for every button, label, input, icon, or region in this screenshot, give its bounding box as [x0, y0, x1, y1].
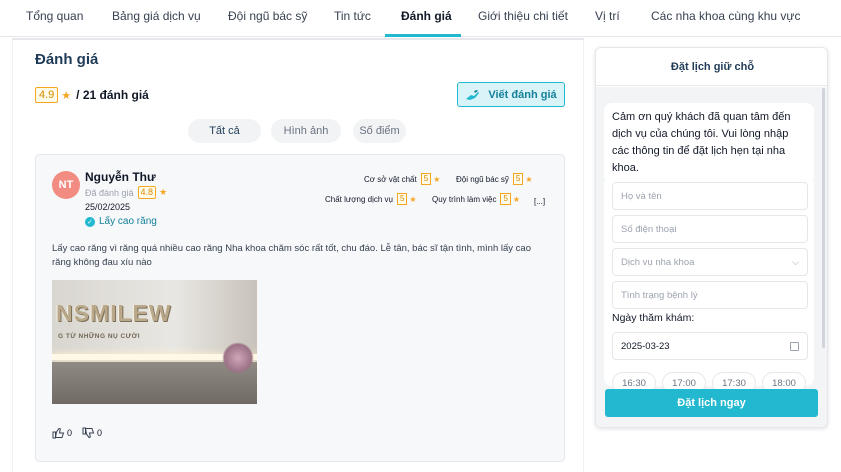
rated-label: Đã đánh giá: [85, 187, 134, 198]
criterion-score: 5: [500, 193, 511, 205]
tab-price-list[interactable]: Bảng giá dịch vụ: [112, 9, 201, 23]
photo-flower: [222, 342, 254, 374]
review-rating: Đã đánh giá 4.8 ★: [85, 186, 167, 199]
criterion-label: Chất lượng dịch vụ: [325, 194, 393, 204]
criterion-facilities: Cơ sở vật chất 5 ★: [364, 173, 440, 185]
criterion-label: Cơ sở vật chất: [364, 174, 417, 184]
dislike-button[interactable]: 0: [82, 427, 102, 439]
criterion-service-quality: Chất lượng dịch vụ 5 ★: [325, 193, 417, 205]
dislike-count: 0: [97, 428, 103, 438]
star-icon: ★: [61, 89, 72, 102]
check-circle-icon: ✓: [85, 216, 95, 227]
date-value: 2025-03-23: [621, 340, 670, 352]
review-votes: 0 0: [52, 427, 112, 439]
tab-introduction[interactable]: Giới thiệu chi tiết: [478, 9, 568, 23]
name-field[interactable]: Họ và tên: [612, 182, 808, 210]
booking-panel: Đặt lịch giữ chỗ Cảm ơn quý khách đã qua…: [595, 47, 828, 428]
review-photo[interactable]: NSMILEW G TỪ NHỮNG NỤ CƯỜI: [52, 280, 257, 404]
booking-message: Cảm ơn quý khách đã quan tâm đến dịch vụ…: [604, 103, 814, 183]
review-date: 25/02/2025: [85, 202, 131, 212]
review-card: NT Nguyễn Thư Đã đánh giá 4.8 ★ 25/02/20…: [35, 154, 565, 462]
hand-pen-icon: [466, 89, 480, 100]
reviews-title: Đánh giá: [35, 51, 99, 68]
book-now-button[interactable]: Đặt lịch ngay: [605, 389, 818, 417]
service-select-label: Dịch vụ nha khoa: [621, 256, 695, 268]
rating-summary: 4.9 ★ / 21 đánh giá: [35, 87, 149, 103]
star-icon: ★: [525, 174, 533, 184]
more-criteria-link[interactable]: [...]: [534, 197, 545, 206]
photo-slogan-text: G TỪ NHỮNG NỤ CƯỜI: [58, 333, 140, 340]
phone-field[interactable]: Số điện thoại: [612, 215, 808, 243]
review-author: Nguyễn Thư: [85, 170, 156, 184]
page: Tổng quan Bảng giá dịch vụ Đội ngũ bác s…: [0, 0, 841, 472]
avatar: NT: [52, 171, 80, 199]
tab-overview[interactable]: Tổng quan: [26, 9, 83, 23]
like-count: 0: [67, 428, 73, 438]
tab-doctors[interactable]: Đội ngũ bác sỹ: [228, 9, 307, 23]
booking-title: Đặt lịch giữ chỗ: [596, 48, 827, 86]
average-score: 4.9: [35, 87, 59, 103]
chevron-down-icon: ⌵: [792, 257, 799, 267]
criterion-process: Quy trình làm việc 5 ★: [432, 193, 520, 205]
tab-bar: Tổng quan Bảng giá dịch vụ Đội ngũ bác s…: [0, 0, 841, 37]
service-label: Lấy cao răng: [99, 216, 157, 227]
write-review-button[interactable]: Viết đánh giá: [457, 82, 565, 107]
booking-body: Cảm ơn quý khách đã quan tâm đến dịch vụ…: [596, 87, 827, 427]
write-review-label: Viết đánh giá: [488, 88, 557, 101]
tab-nearby-clinics[interactable]: Các nha khoa cùng khu vực: [651, 9, 800, 23]
condition-field[interactable]: Tình trạng bệnh lý: [612, 281, 808, 309]
active-tab-indicator: [385, 34, 461, 37]
thumbs-down-icon: [82, 427, 95, 439]
criterion-label: Quy trình làm việc: [432, 194, 497, 204]
star-icon: ★: [512, 194, 521, 204]
criterion-doctors: Đội ngũ bác sỹ 5 ★: [456, 173, 533, 185]
criterion-label: Đội ngũ bác sỹ: [456, 174, 509, 184]
filter-score[interactable]: Số điểm: [353, 119, 406, 143]
star-icon: ★: [409, 194, 417, 204]
criterion-score: 5: [396, 193, 408, 205]
tab-location[interactable]: Vị trí: [595, 9, 620, 23]
criterion-score: 5: [512, 173, 524, 185]
criterion-score: 5: [420, 173, 432, 185]
filter-images[interactable]: Hình ảnh: [271, 119, 341, 143]
calendar-icon: [790, 342, 799, 351]
review-service: ✓ Lấy cao răng: [85, 216, 157, 227]
booking-form: Họ và tên Số điện thoại Dịch vụ nha khoa…: [604, 176, 814, 394]
review-count: / 21 đánh giá: [76, 88, 149, 102]
review-score: 4.8: [137, 186, 157, 199]
review-text: Lấy cao răng vì răng quá nhiều cao răng …: [52, 243, 531, 268]
booking-scrollbar[interactable]: [822, 88, 825, 348]
thumbs-up-icon: [52, 427, 65, 439]
date-label: Ngày thăm khám:: [612, 312, 695, 324]
reviews-panel: Đánh giá 4.9 ★ / 21 đánh giá Viết đánh g…: [12, 38, 584, 472]
review-filters: Tất cả Hình ảnh Số điểm: [13, 119, 585, 145]
star-icon: ★: [159, 187, 168, 197]
date-field[interactable]: 2025-03-23: [612, 332, 808, 360]
service-select[interactable]: Dịch vụ nha khoa ⌵: [612, 248, 808, 276]
star-icon: ★: [433, 174, 441, 184]
filter-all[interactable]: Tất cả: [188, 119, 261, 143]
tab-news[interactable]: Tin tức: [334, 9, 371, 23]
photo-logo-text: NSMILEW: [56, 300, 172, 326]
tab-reviews[interactable]: Đánh giá: [401, 9, 452, 23]
like-button[interactable]: 0: [52, 427, 72, 439]
